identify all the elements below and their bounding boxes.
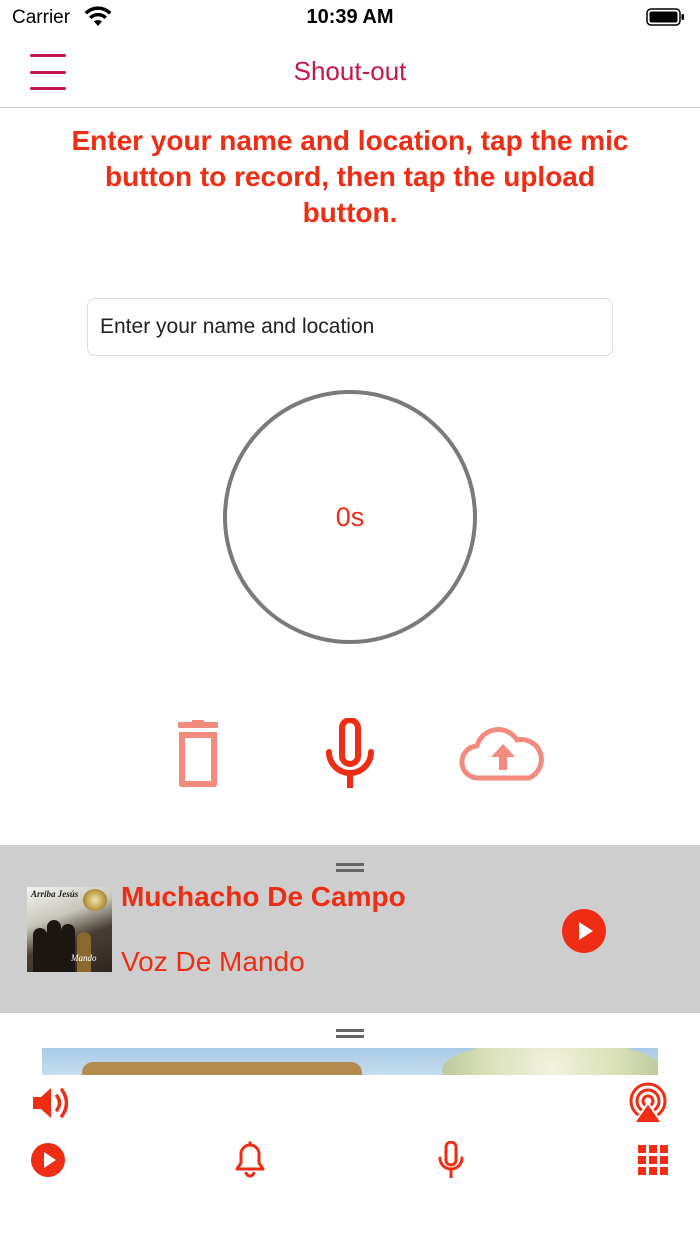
play-icon[interactable] bbox=[562, 909, 606, 953]
upload-button[interactable] bbox=[458, 716, 548, 792]
nav-bar: Shout-out bbox=[0, 36, 700, 108]
now-playing-bar[interactable]: Arriba Jesús Mando Muchacho De Campo Voz… bbox=[0, 845, 700, 1013]
name-location-input[interactable] bbox=[87, 298, 613, 356]
battery-icon bbox=[646, 8, 684, 26]
track-artist: Voz De Mando bbox=[121, 946, 305, 977]
recording-timer-ring: 0s bbox=[223, 390, 477, 644]
track-title: Muchacho De Campo bbox=[121, 881, 406, 912]
play-icon[interactable] bbox=[30, 1142, 66, 1178]
microphone-icon[interactable] bbox=[436, 1141, 466, 1179]
grid-icon[interactable] bbox=[638, 1145, 668, 1175]
album-art: Arriba Jesús Mando bbox=[27, 887, 112, 972]
drag-handle[interactable] bbox=[336, 863, 364, 872]
clock: 10:39 AM bbox=[306, 6, 394, 28]
banner-image bbox=[42, 1048, 658, 1075]
record-button[interactable] bbox=[318, 716, 382, 792]
instructions-text: Enter your name and location, tap the mi… bbox=[71, 125, 629, 228]
status-bar: Carrier 10:39 AM bbox=[0, 0, 700, 36]
timer-label: 0s bbox=[335, 501, 365, 532]
microphone-icon bbox=[326, 718, 374, 788]
delete-recording-button[interactable] bbox=[168, 716, 228, 792]
trash-icon bbox=[178, 720, 218, 787]
bell-icon[interactable] bbox=[234, 1141, 266, 1179]
bottom-toolbar bbox=[0, 1075, 700, 1244]
page-title: Shout-out bbox=[293, 56, 407, 86]
volume-icon[interactable] bbox=[30, 1083, 74, 1123]
airplay-icon[interactable] bbox=[626, 1081, 670, 1125]
cloud-upload-icon bbox=[459, 727, 544, 781]
drag-handle[interactable] bbox=[336, 1029, 364, 1038]
